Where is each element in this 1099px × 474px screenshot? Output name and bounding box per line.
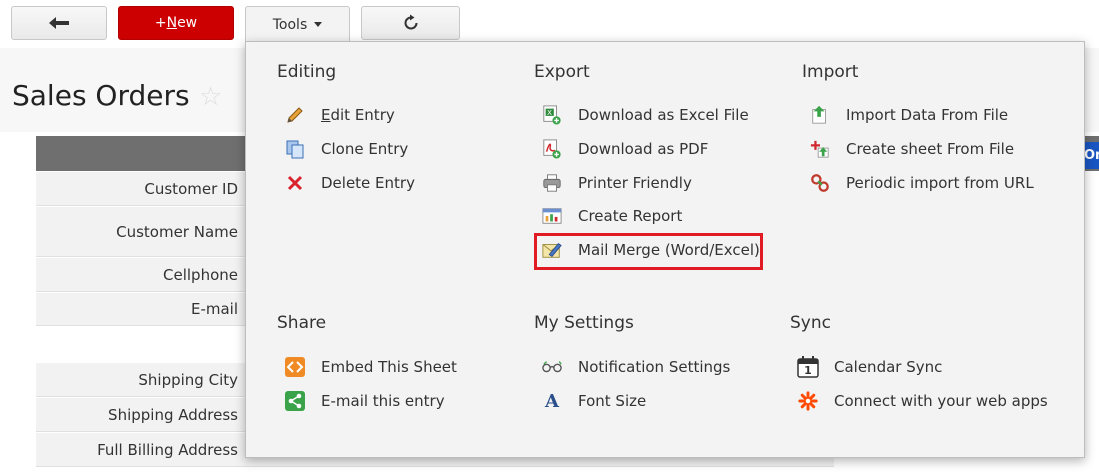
excel-file-icon: X bbox=[542, 105, 562, 125]
new-button-plus: + bbox=[154, 15, 167, 31]
svg-text:X: X bbox=[547, 108, 552, 117]
section-title-export: Export bbox=[534, 62, 590, 82]
refresh-icon bbox=[404, 14, 417, 30]
add-sheet-icon bbox=[810, 139, 830, 159]
create-sheet-label: Create sheet From File bbox=[846, 140, 1015, 158]
chain-link-icon bbox=[810, 173, 830, 193]
form-label: E-mail bbox=[190, 300, 238, 318]
delete-x-icon bbox=[285, 173, 305, 193]
tools-button[interactable]: Tools bbox=[245, 6, 350, 42]
connect-web-apps-label: Connect with your web apps bbox=[834, 392, 1048, 410]
clone-entry-label: Clone Entry bbox=[321, 140, 409, 158]
import-file-icon bbox=[810, 105, 830, 125]
delete-entry-label: Delete Entry bbox=[321, 174, 415, 192]
embed-code-icon bbox=[285, 357, 305, 377]
tools-button-label: Tools bbox=[272, 16, 308, 33]
new-button[interactable]: + New bbox=[118, 6, 234, 40]
email-entry-label: E-mail this entry bbox=[321, 392, 445, 410]
form-label: Customer Name bbox=[116, 223, 238, 241]
clone-icon bbox=[285, 139, 305, 159]
form-label: Shipping Address bbox=[108, 406, 238, 424]
periodic-import-label: Periodic import from URL bbox=[846, 174, 1034, 192]
section-title-share: Share bbox=[277, 313, 327, 333]
menu-item-create-report[interactable]: Create Report bbox=[542, 203, 682, 229]
tools-dropdown-menu: Editing Edit Entry Clone Entry Delete En… bbox=[245, 41, 1085, 458]
eyeglasses-icon bbox=[542, 357, 562, 377]
section-title-sync: Sync bbox=[790, 313, 831, 333]
share-icon bbox=[285, 391, 305, 411]
calendar-icon: 1 bbox=[797, 356, 819, 378]
new-button-label: ew bbox=[177, 15, 198, 31]
menu-item-import-data[interactable]: Import Data From File bbox=[810, 102, 1008, 128]
form-label: Cellphone bbox=[163, 266, 238, 284]
menu-item-edit-entry[interactable]: Edit Entry bbox=[285, 102, 395, 128]
refresh-button[interactable] bbox=[361, 6, 460, 40]
calendar-icon-number: 1 bbox=[804, 363, 812, 377]
printer-friendly-label: Printer Friendly bbox=[578, 174, 692, 192]
caret-down-icon bbox=[314, 22, 323, 27]
menu-item-periodic-import[interactable]: Periodic import from URL bbox=[810, 170, 1034, 196]
menu-item-download-pdf[interactable]: Download as PDF bbox=[542, 136, 708, 162]
pdf-file-icon bbox=[542, 139, 562, 159]
notification-settings-label: Notification Settings bbox=[578, 358, 731, 376]
printer-icon bbox=[542, 173, 562, 193]
page-title: Sales Orders bbox=[12, 79, 190, 112]
report-icon bbox=[542, 206, 562, 226]
form-label: Full Billing Address bbox=[97, 441, 238, 459]
menu-item-clone-entry[interactable]: Clone Entry bbox=[285, 136, 408, 162]
embed-sheet-label: Embed This Sheet bbox=[321, 358, 457, 376]
section-title-my-settings: My Settings bbox=[534, 313, 634, 333]
arrow-left-icon bbox=[49, 17, 69, 29]
menu-item-notification-settings[interactable]: Notification Settings bbox=[542, 354, 730, 380]
font-size-label: Font Size bbox=[578, 392, 647, 410]
form-label: Customer ID bbox=[144, 180, 238, 198]
pencil-icon bbox=[285, 105, 305, 125]
menu-item-embed-sheet[interactable]: Embed This Sheet bbox=[285, 354, 457, 380]
menu-item-download-excel[interactable]: X Download as Excel File bbox=[542, 102, 749, 128]
import-data-label: Import Data From File bbox=[846, 106, 1009, 124]
highlight-box bbox=[534, 233, 763, 270]
download-excel-label: Download as Excel File bbox=[578, 106, 749, 124]
edit-entry-accesskey: E bbox=[321, 106, 331, 124]
form-label: Shipping City bbox=[138, 371, 238, 389]
menu-item-calendar-sync[interactable]: 1 Calendar Sync bbox=[797, 354, 943, 380]
star-icon[interactable]: ☆ bbox=[199, 84, 222, 110]
create-report-label: Create Report bbox=[578, 207, 683, 225]
new-button-accesskey: N bbox=[166, 15, 178, 31]
calendar-sync-label: Calendar Sync bbox=[834, 358, 943, 376]
menu-item-connect-web-apps[interactable]: Connect with your web apps bbox=[798, 388, 1048, 414]
menu-item-create-sheet[interactable]: Create sheet From File bbox=[810, 136, 1014, 162]
menu-item-printer-friendly[interactable]: Printer Friendly bbox=[542, 170, 692, 196]
section-title-import: Import bbox=[802, 62, 859, 82]
section-title-editing: Editing bbox=[277, 62, 337, 82]
font-letter-icon: A bbox=[545, 390, 559, 412]
back-button[interactable] bbox=[11, 6, 107, 40]
zapier-asterisk-icon bbox=[798, 391, 818, 411]
menu-item-font-size[interactable]: A Font Size bbox=[542, 388, 646, 414]
edit-entry-label: dit Entry bbox=[330, 106, 395, 124]
menu-item-email-entry[interactable]: E-mail this entry bbox=[285, 388, 445, 414]
download-pdf-label: Download as PDF bbox=[578, 140, 709, 158]
menu-item-delete-entry[interactable]: Delete Entry bbox=[285, 170, 415, 196]
